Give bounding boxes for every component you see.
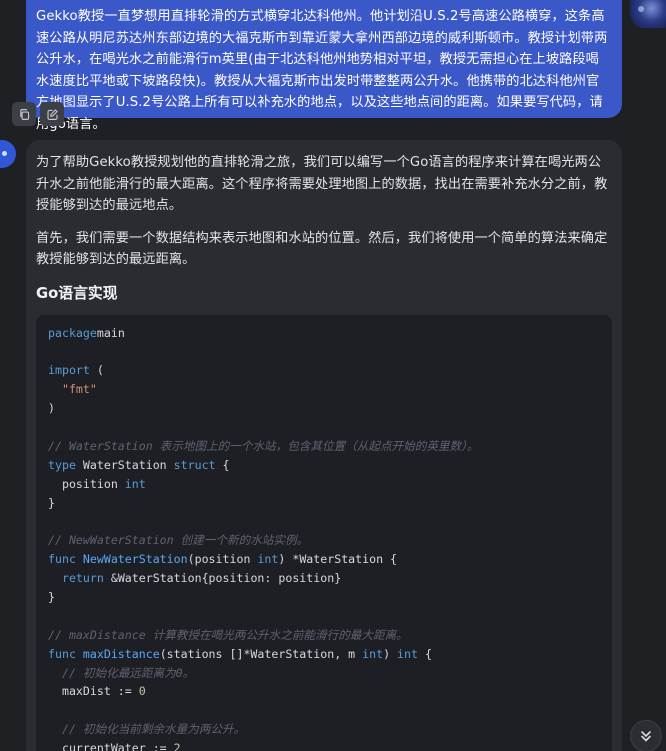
scroll-to-bottom-button[interactable] [630,720,662,751]
code-token: ) [383,646,398,661]
code-token: struct [173,457,216,472]
code-token: currentWater := [48,741,174,751]
code-token: func [48,646,76,661]
double-chevron-down-icon [641,731,651,742]
code-token: int [257,552,279,567]
code-token: int [124,476,146,491]
code-line: // WaterStation 表示地图上的一个水站，包含其位置（从起点开始的英… [48,437,600,456]
code-token: position [48,476,125,491]
code-line: // 初始化当前剩余水量为两公升。 [48,720,600,739]
code-token: return [61,571,104,586]
code-token: int [362,646,384,661]
code-line: ) [48,399,600,418]
code-line: position int [48,475,600,494]
user-message-bubble: Gekko教授一直梦想用直排轮滑的方式横穿北达科他州。他计划沿U.S.2号高速公… [26,0,622,132]
code-token: func [48,552,76,567]
code-token: // maxDistance 计算教授在喝光两公升水之前能滑行的最大距离。 [48,627,408,642]
code-token: ( [89,363,104,378]
code-token: type [48,457,76,472]
code-line: packagemain [48,324,600,343]
code-token: maxDistance [82,646,160,661]
code-token: 0 [138,684,146,699]
assistant-paragraph-2: 首先，我们需要一个数据结构来表示地图和水站的位置。然后，我们将使用一个简单的算法… [36,230,608,268]
code-token: "fmt" [61,382,97,397]
code-line: func NewWaterStation(position int) *Wate… [48,550,600,569]
code-token: } [48,495,55,510]
code-token: NewWaterStation [82,552,188,567]
code-line: currentWater := 2 [48,739,600,751]
code-line: // NewWaterStation 创建一个新的水站实例。 [48,531,600,550]
code-line: import ( [48,361,600,380]
copy-button[interactable] [12,102,36,126]
code-token: // WaterStation 表示地图上的一个水站，包含其位置（从起点开始的英… [48,438,479,453]
code-token: ) *WaterStation { [278,552,398,567]
code-token: import [48,363,90,378]
code-token: // NewWaterStation 创建一个新的水站实例。 [48,533,309,548]
assistant-paragraph-1: 为了帮助Gekko教授规划他的直排轮滑之旅，我们可以编写一个Go语言的程序来计算… [36,155,608,213]
copy-icon [19,108,29,120]
code-line: maxDist := 0 [48,682,600,701]
code-token: // 初始化最远距离为0。 [61,665,195,680]
assistant-message-bubble: 为了帮助Gekko教授规划他的直排轮滑之旅，我们可以编写一个Go语言的程序来计算… [26,140,622,751]
code-line: "fmt" [48,380,600,399]
message-actions [12,102,64,126]
code-line: return &WaterStation{position: position} [48,569,600,588]
code-line: type WaterStation struct { [48,456,600,475]
code-token: { [417,646,432,661]
code-token: (stations []*WaterStation, m [159,646,363,661]
edit-icon [46,108,58,120]
user-avatar [630,0,666,28]
code-token: { [215,457,230,472]
section-heading: Go语言实现 [36,284,118,302]
code-line: // 初始化最远距离为0。 [48,664,600,683]
code-block[interactable]: packagemain import ( "fmt") // WaterStatio… [36,314,612,751]
code-line: } [48,494,600,513]
user-message-text: Gekko教授一直梦想用直排轮滑的方式横穿北达科他州。他计划沿U.S.2号高速公… [36,9,608,132]
edit-button[interactable] [40,102,64,126]
code-token: &WaterStation{position: position} [103,571,342,586]
code-token: 2 [173,741,181,751]
code-line: func maxDistance(stations []*WaterStatio… [48,645,600,664]
code-token: // 初始化当前剩余水量为两公升。 [61,722,246,737]
code-token: ) [48,401,55,416]
code-line: // maxDistance 计算教授在喝光两公升水之前能滑行的最大距离。 [48,626,600,645]
code-token: package [48,325,97,340]
code-line: } [48,588,600,607]
code-token: main [96,325,125,340]
code-token: (position [187,552,258,567]
code-token: } [48,589,55,604]
code-token: int [397,646,418,661]
code-token: WaterStation [75,457,174,472]
code-token: maxDist := [48,684,139,699]
assistant-avatar [0,140,16,168]
